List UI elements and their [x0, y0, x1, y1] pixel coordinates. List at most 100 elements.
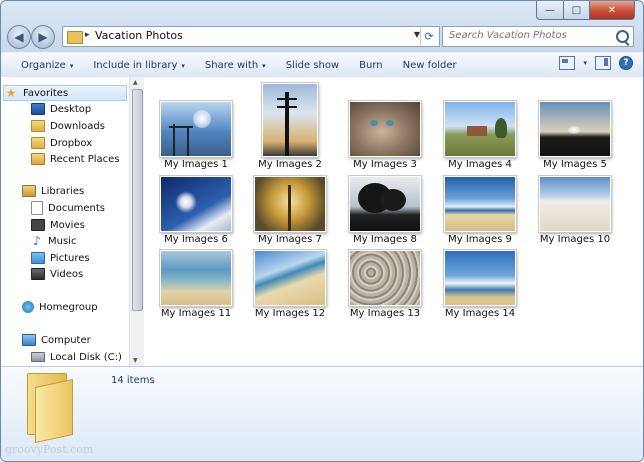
nav-desktop[interactable]: Desktop — [31, 101, 91, 117]
nav-music-label: Music — [48, 235, 77, 247]
nav-documents-label: Documents — [48, 202, 106, 214]
details-pane: 14 items groovyPost.com — [1, 366, 643, 461]
nav-music[interactable]: ♪ Music — [31, 233, 76, 249]
minimize-button[interactable]: — — [536, 1, 564, 20]
help-icon[interactable]: ? — [619, 56, 633, 70]
nav-local-disk-label: Local Disk (C:) — [50, 351, 122, 363]
include-in-library-button[interactable]: Include in library ▾ — [93, 60, 185, 71]
forward-button[interactable]: ▶ — [31, 25, 55, 49]
image-thumbnail — [160, 176, 232, 232]
nav-movies-label: Movies — [50, 219, 85, 231]
star-icon: ★ — [5, 86, 17, 100]
search-box[interactable] — [442, 26, 634, 47]
nav-downloads-label: Downloads — [50, 120, 105, 132]
file-tile[interactable]: My Images 14 — [437, 250, 523, 319]
image-thumbnail — [254, 250, 326, 306]
file-tile[interactable]: My Images 11 — [153, 250, 239, 319]
nav-libraries[interactable]: Libraries — [22, 183, 84, 199]
image-thumbnail — [160, 250, 232, 306]
nav-desktop-label: Desktop — [50, 103, 92, 115]
file-tile[interactable]: My Images 7 — [247, 176, 333, 245]
chevron-down-icon: ▾ — [69, 61, 74, 70]
nav-computer[interactable]: Computer — [22, 332, 91, 348]
recent-places-icon — [31, 153, 45, 165]
file-name: My Images 10 — [539, 234, 611, 245]
file-tile[interactable]: My Images 5 — [532, 101, 618, 170]
image-thumbnail — [539, 176, 611, 232]
watermark: groovyPost.com — [5, 443, 94, 456]
maximize-button[interactable]: □ — [564, 1, 590, 20]
refresh-icon[interactable]: ⟳ — [420, 27, 437, 46]
slide-show-button[interactable]: Slide show — [286, 60, 339, 71]
nav-pane-scrollbar[interactable]: ▲ ▼ — [129, 77, 144, 366]
image-thumbnail — [262, 83, 318, 157]
nav-documents[interactable]: Documents — [31, 200, 105, 216]
file-tile[interactable]: My Images 4 — [437, 101, 523, 170]
search-input[interactable] — [447, 29, 611, 42]
back-button[interactable]: ◀ — [7, 25, 31, 49]
folder-icon — [67, 31, 83, 44]
image-thumbnail — [349, 250, 421, 306]
scrollbar-thumb[interactable] — [132, 89, 143, 311]
folder-icon — [27, 373, 73, 444]
file-name: My Images 1 — [164, 159, 228, 170]
desktop-icon — [31, 103, 45, 115]
nav-downloads[interactable]: Downloads — [31, 118, 105, 134]
file-tile[interactable]: My Images 2 — [247, 83, 333, 170]
nav-videos-label: Videos — [50, 268, 84, 280]
file-tile[interactable]: My Images 12 — [247, 250, 333, 319]
image-thumbnail — [160, 101, 232, 157]
nav-pictures-label: Pictures — [50, 252, 90, 264]
toolbar-view-controls: ▾ ? — [559, 56, 633, 70]
nav-local-disk[interactable]: Local Disk (C:) — [31, 349, 122, 365]
command-bar: Organize ▾ Include in library ▾ Share with… — [1, 52, 643, 78]
view-options-chevron-icon[interactable]: ▾ — [583, 59, 587, 67]
breadcrumb-current-folder[interactable]: Vacation Photos — [95, 29, 183, 42]
file-tile[interactable]: My Images 3 — [342, 101, 428, 170]
hard-drive-icon — [31, 352, 45, 362]
change-view-icon[interactable] — [559, 56, 576, 70]
file-tile[interactable]: My Images 9 — [437, 176, 523, 245]
close-button[interactable]: ✕ — [590, 1, 635, 20]
breadcrumb-arrow-icon[interactable]: ▸ — [85, 30, 90, 40]
navigation-bar: ◀ ▶ ▸ Vacation Photos ▼ ⟳ — [1, 23, 643, 51]
nav-videos[interactable]: Videos — [31, 266, 83, 282]
nav-favorites[interactable]: ★ Favorites — [3, 85, 127, 101]
file-name: My Images 11 — [160, 308, 232, 319]
nav-homegroup[interactable]: Homegroup — [22, 299, 98, 315]
nav-recent-places-label: Recent Places — [50, 153, 120, 165]
nav-homegroup-label: Homegroup — [39, 301, 98, 313]
scroll-down-icon[interactable]: ▼ — [133, 357, 138, 364]
search-icon[interactable] — [616, 30, 629, 43]
nav-pictures[interactable]: Pictures — [31, 250, 90, 266]
file-tile[interactable]: My Images 8 — [342, 176, 428, 245]
nav-dropbox[interactable]: Dropbox — [31, 135, 92, 151]
burn-button[interactable]: Burn — [359, 60, 382, 71]
file-name: My Images 4 — [448, 159, 512, 170]
chevron-down-icon: ▾ — [262, 61, 266, 70]
nav-libraries-label: Libraries — [41, 185, 85, 197]
scroll-up-icon[interactable]: ▲ — [133, 79, 138, 86]
file-view: My Images 1 My Images 2 My Images 3 My I… — [144, 77, 643, 366]
preview-pane-icon[interactable] — [595, 56, 611, 70]
file-tile[interactable]: My Images 13 — [342, 250, 428, 319]
nav-computer-label: Computer — [41, 334, 91, 346]
libraries-icon — [22, 185, 36, 197]
address-bar[interactable]: ▸ Vacation Photos ▼ ⟳ — [62, 26, 440, 47]
file-tile[interactable]: My Images 6 — [153, 176, 239, 245]
downloads-folder-icon — [31, 120, 45, 132]
image-thumbnail — [444, 101, 516, 157]
file-tile[interactable]: My Images 10 — [532, 176, 618, 245]
new-folder-button[interactable]: New folder — [403, 60, 457, 71]
organize-button[interactable]: Organize ▾ — [21, 60, 73, 71]
file-tile[interactable]: My Images 1 — [153, 101, 239, 170]
nav-recent-places[interactable]: Recent Places — [31, 151, 120, 167]
image-thumbnail — [444, 176, 516, 232]
nav-dropbox-label: Dropbox — [50, 137, 93, 149]
file-name: My Images 8 — [353, 234, 417, 245]
share-with-button[interactable]: Share with ▾ — [205, 60, 266, 71]
file-name: My Images 14 — [444, 308, 516, 319]
nav-movies[interactable]: Movies — [31, 217, 85, 233]
file-name: My Images 2 — [258, 159, 322, 170]
image-thumbnail — [349, 176, 421, 232]
